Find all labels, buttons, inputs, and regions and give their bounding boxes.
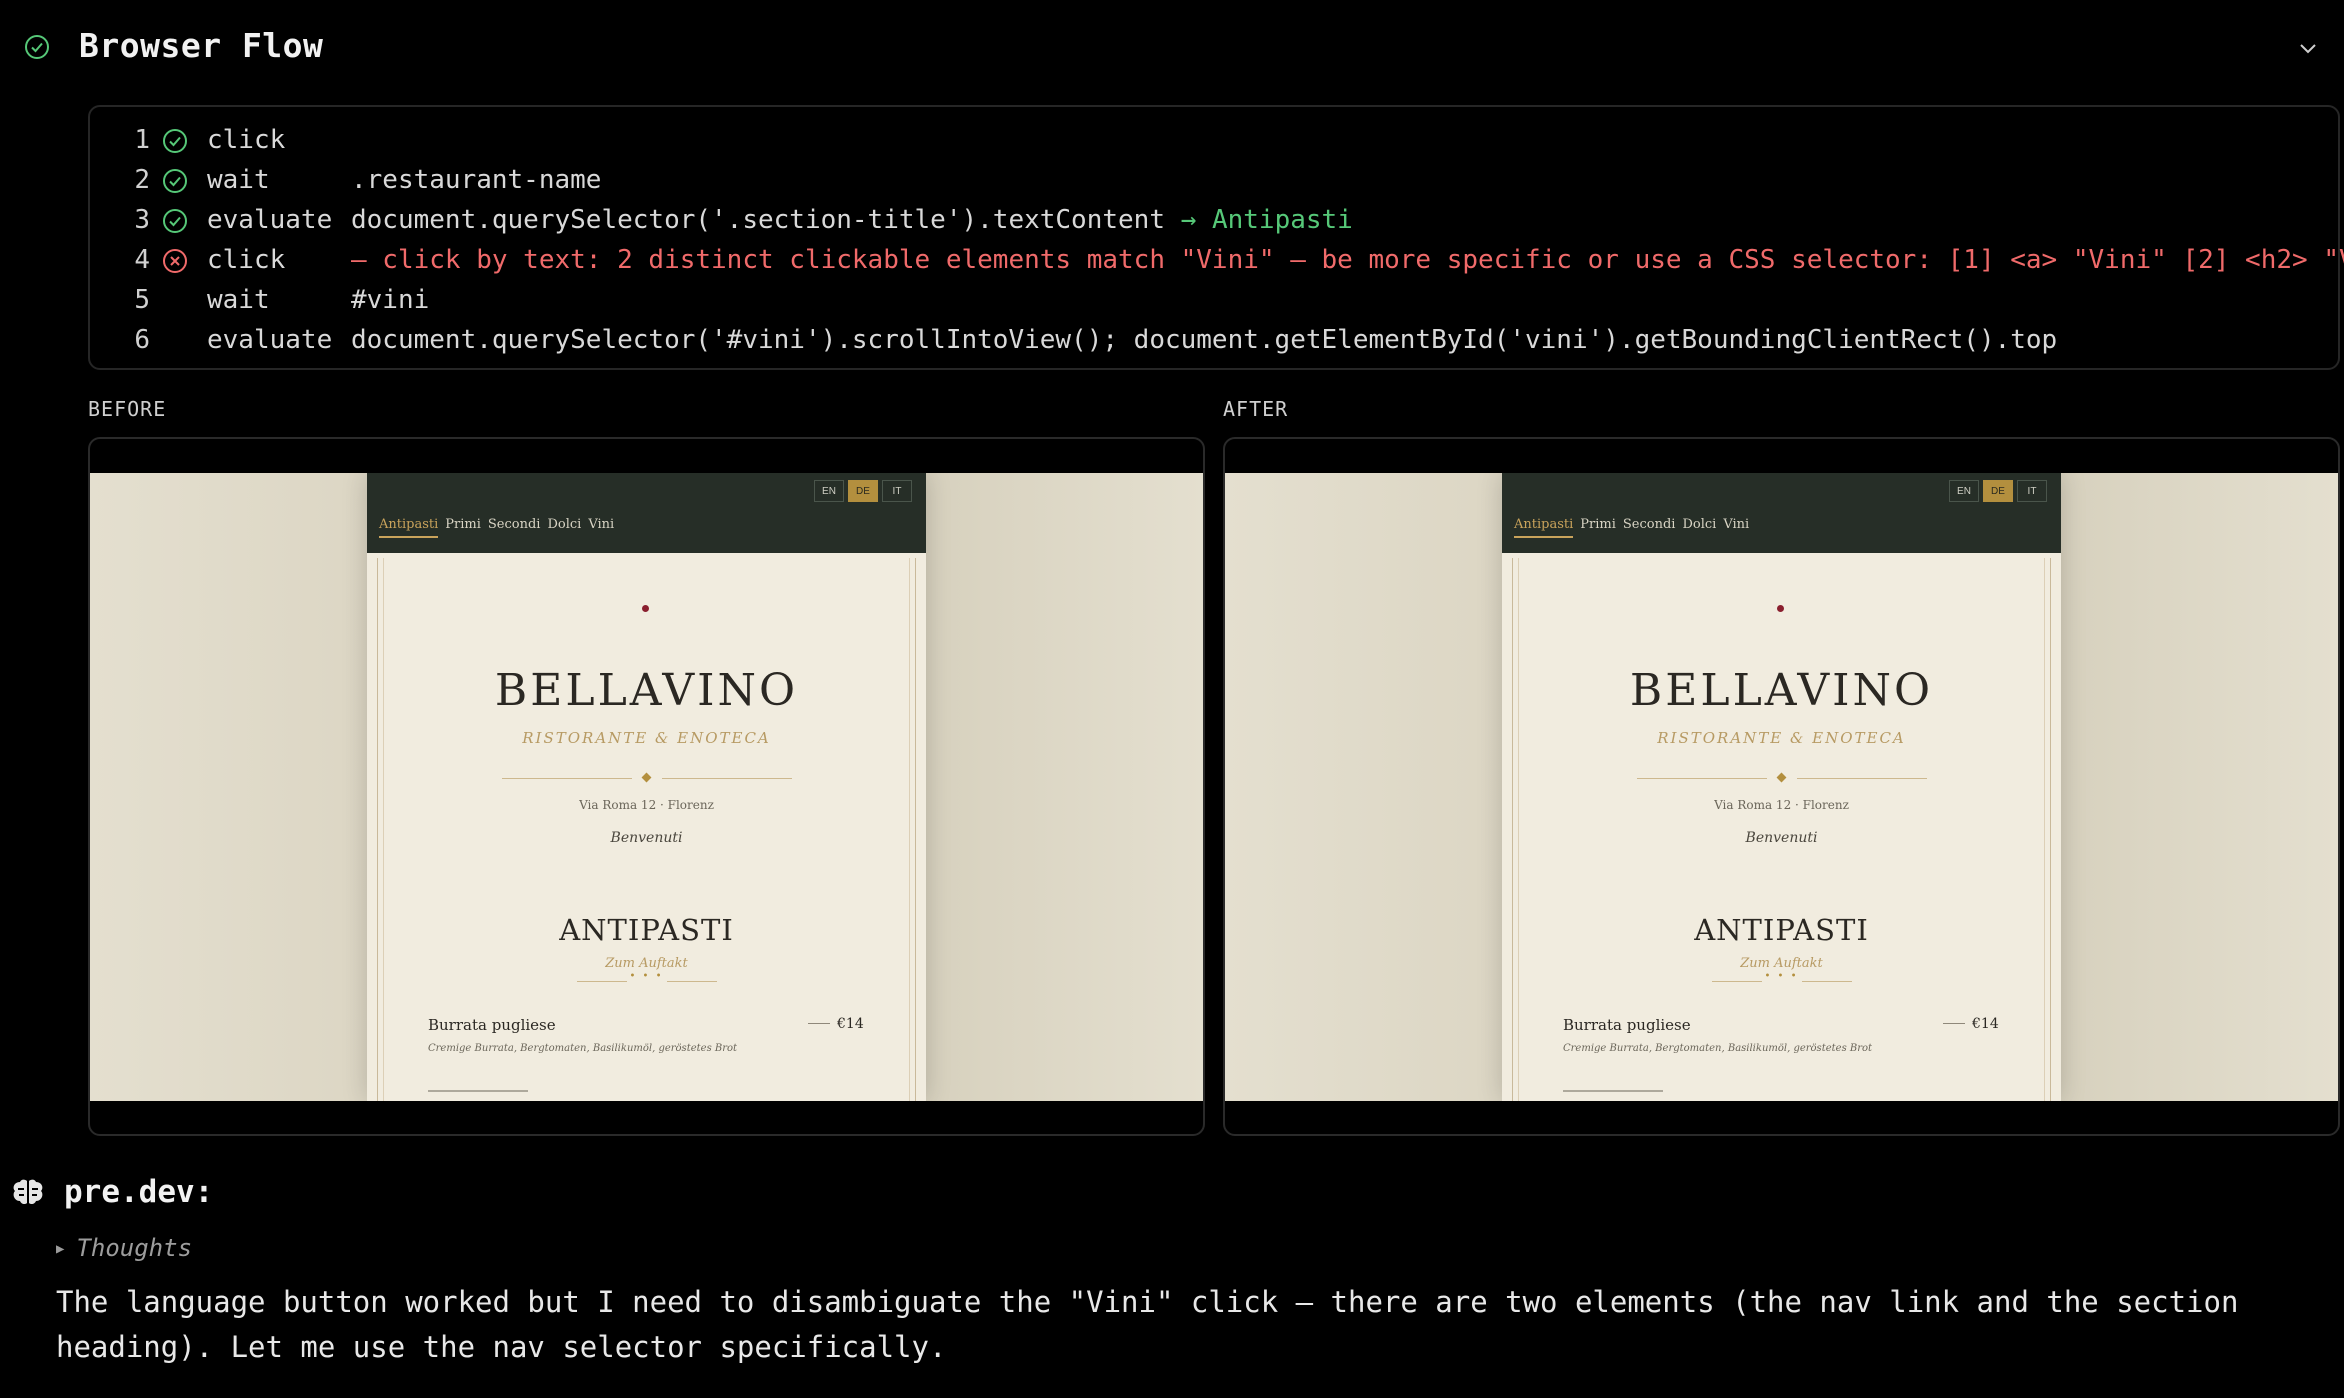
chevron-down-icon[interactable] — [2296, 36, 2320, 60]
step-number: 1 — [134, 125, 150, 155]
language-switcher: EN DE IT — [814, 480, 912, 502]
menu-nav: Antipasti Primi Secondi Dolci Vini — [379, 517, 614, 538]
menu-item-description: Cremige Burrata, Bergtomaten, Basilikumö… — [1563, 1043, 1873, 1054]
step-argument: document.querySelector('#vini').scrollIn… — [351, 325, 2058, 355]
triangle-right-icon: ▶ — [56, 1241, 65, 1257]
assistant-message-text: The language button worked but I need to… — [56, 1285, 2239, 1364]
step-number: 4 — [134, 245, 150, 275]
after-label: AFTER — [1223, 397, 1289, 421]
step-number: 3 — [134, 205, 150, 235]
lang-button-en[interactable]: EN — [1949, 480, 1979, 502]
step-number: 5 — [134, 285, 150, 315]
step-action: click — [207, 245, 286, 275]
section-subtitle: Zum Auftakt — [605, 956, 688, 971]
browser-flow-header[interactable]: Browser Flow — [0, 0, 2344, 96]
step-action: wait — [207, 165, 270, 195]
step-action: wait — [207, 285, 270, 315]
language-switcher: EN DE IT — [1949, 480, 2047, 502]
step-row: 2 wait .restaurant-name — [90, 159, 2338, 199]
nav-link-secondi[interactable]: Secondi — [488, 517, 541, 538]
step-action: evaluate — [207, 325, 333, 355]
before-screenshot: EN DE IT Antipasti Primi Secondi Dolci V… — [90, 473, 1203, 1101]
step-number: 6 — [134, 325, 150, 355]
check-circle-icon — [163, 129, 187, 153]
restaurant-name: BELLAVINO — [494, 665, 799, 716]
step-row: 6 evaluate document.querySelector('#vini… — [90, 319, 2338, 359]
brain-icon — [13, 1179, 43, 1205]
nav-link-vini[interactable]: Vini — [1723, 517, 1749, 538]
lang-button-de[interactable]: DE — [1983, 480, 2013, 502]
step-error-message: — click by text: 2 distinct clickable el… — [351, 245, 2344, 275]
section-title: ANTIPASTI — [1694, 913, 1869, 947]
check-circle-icon — [163, 209, 187, 233]
after-screenshot: EN DE IT Antipasti Primi Secondi Dolci V… — [1225, 473, 2338, 1101]
nav-link-dolci[interactable]: Dolci — [547, 517, 581, 538]
thoughts-label: Thoughts — [76, 1234, 193, 1262]
menu-page: EN DE IT Antipasti Primi Secondi Dolci V… — [1502, 473, 2061, 1101]
after-screenshot-panel: EN DE IT Antipasti Primi Secondi Dolci V… — [1223, 437, 2340, 1136]
nav-link-vini[interactable]: Vini — [588, 517, 614, 538]
nav-link-secondi[interactable]: Secondi — [1623, 517, 1676, 538]
step-row: 5 wait #vini — [90, 279, 2338, 319]
nav-link-antipasti[interactable]: Antipasti — [379, 517, 439, 538]
assistant-name: pre.dev: — [64, 1174, 214, 1210]
menu-nav: Antipasti Primi Secondi Dolci Vini — [1514, 517, 1749, 538]
error-circle-icon — [163, 249, 187, 273]
step-row: 3 evaluate document.querySelector('.sect… — [90, 199, 2338, 239]
nav-link-antipasti[interactable]: Antipasti — [1514, 517, 1574, 538]
step-argument: document.querySelector('.section-title')… — [351, 205, 1353, 235]
restaurant-address: Via Roma 12 · Florenz — [579, 798, 714, 812]
lang-button-en[interactable]: EN — [814, 480, 844, 502]
before-label: BEFORE — [88, 397, 167, 421]
before-screenshot-panel: EN DE IT Antipasti Primi Secondi Dolci V… — [88, 437, 1205, 1136]
step-argument-code: document.querySelector('.section-title')… — [351, 205, 1165, 235]
browser-flow-title: Browser Flow — [79, 26, 324, 65]
lang-button-de[interactable]: DE — [848, 480, 878, 502]
step-row: 4 click — click by text: 2 distinct clic… — [90, 239, 2344, 279]
menu-page: EN DE IT Antipasti Primi Secondi Dolci V… — [367, 473, 926, 1101]
section-ornament: • • • — [629, 971, 664, 982]
lang-button-it[interactable]: IT — [2017, 480, 2047, 502]
nav-link-primi[interactable]: Primi — [445, 517, 481, 538]
restaurant-subtitle: RISTORANTE & ENOTECA — [522, 729, 771, 747]
nav-link-primi[interactable]: Primi — [1580, 517, 1616, 538]
step-argument: #vini — [351, 285, 430, 315]
check-circle-icon — [163, 169, 187, 193]
step-action: evaluate — [207, 205, 333, 235]
nav-link-dolci[interactable]: Dolci — [1682, 517, 1716, 538]
step-row: 1 click — [90, 119, 2338, 159]
restaurant-name: BELLAVINO — [1629, 665, 1934, 716]
section-subtitle: Zum Auftakt — [1740, 956, 1823, 971]
lang-button-it[interactable]: IT — [882, 480, 912, 502]
welcome-text: Benvenuti — [610, 830, 683, 846]
menu-item-description: Cremige Burrata, Bergtomaten, Basilikumö… — [428, 1043, 738, 1054]
restaurant-subtitle: RISTORANTE & ENOTECA — [1657, 729, 1906, 747]
step-result: Antipasti — [1211, 205, 1353, 235]
result-arrow: → — [1180, 205, 1197, 235]
menu-item-name: Burrata pugliese — [428, 1016, 556, 1034]
section-ornament: • • • — [1764, 971, 1799, 982]
menu-top-bar: EN DE IT Antipasti Primi Secondi Dolci V… — [367, 473, 926, 553]
wine-drop-icon — [642, 605, 649, 612]
restaurant-address: Via Roma 12 · Florenz — [1714, 798, 1849, 812]
step-action: click — [207, 125, 286, 155]
menu-item-name: Burrata pugliese — [1563, 1016, 1691, 1034]
steps-list: 1 click 2 wait .restaurant-name 3 evalua… — [88, 105, 2344, 370]
section-title: ANTIPASTI — [559, 913, 734, 947]
wine-drop-icon — [1777, 605, 1784, 612]
menu-item-price: €14 — [1972, 1016, 1999, 1032]
welcome-text: Benvenuti — [1745, 830, 1818, 846]
check-circle-icon — [25, 35, 49, 59]
step-number: 2 — [134, 165, 150, 195]
menu-item-price: €14 — [837, 1016, 864, 1032]
step-argument: .restaurant-name — [351, 165, 602, 195]
thoughts-toggle[interactable]: ▶ Thoughts — [56, 1234, 192, 1262]
menu-top-bar: EN DE IT Antipasti Primi Secondi Dolci V… — [1502, 473, 2061, 553]
